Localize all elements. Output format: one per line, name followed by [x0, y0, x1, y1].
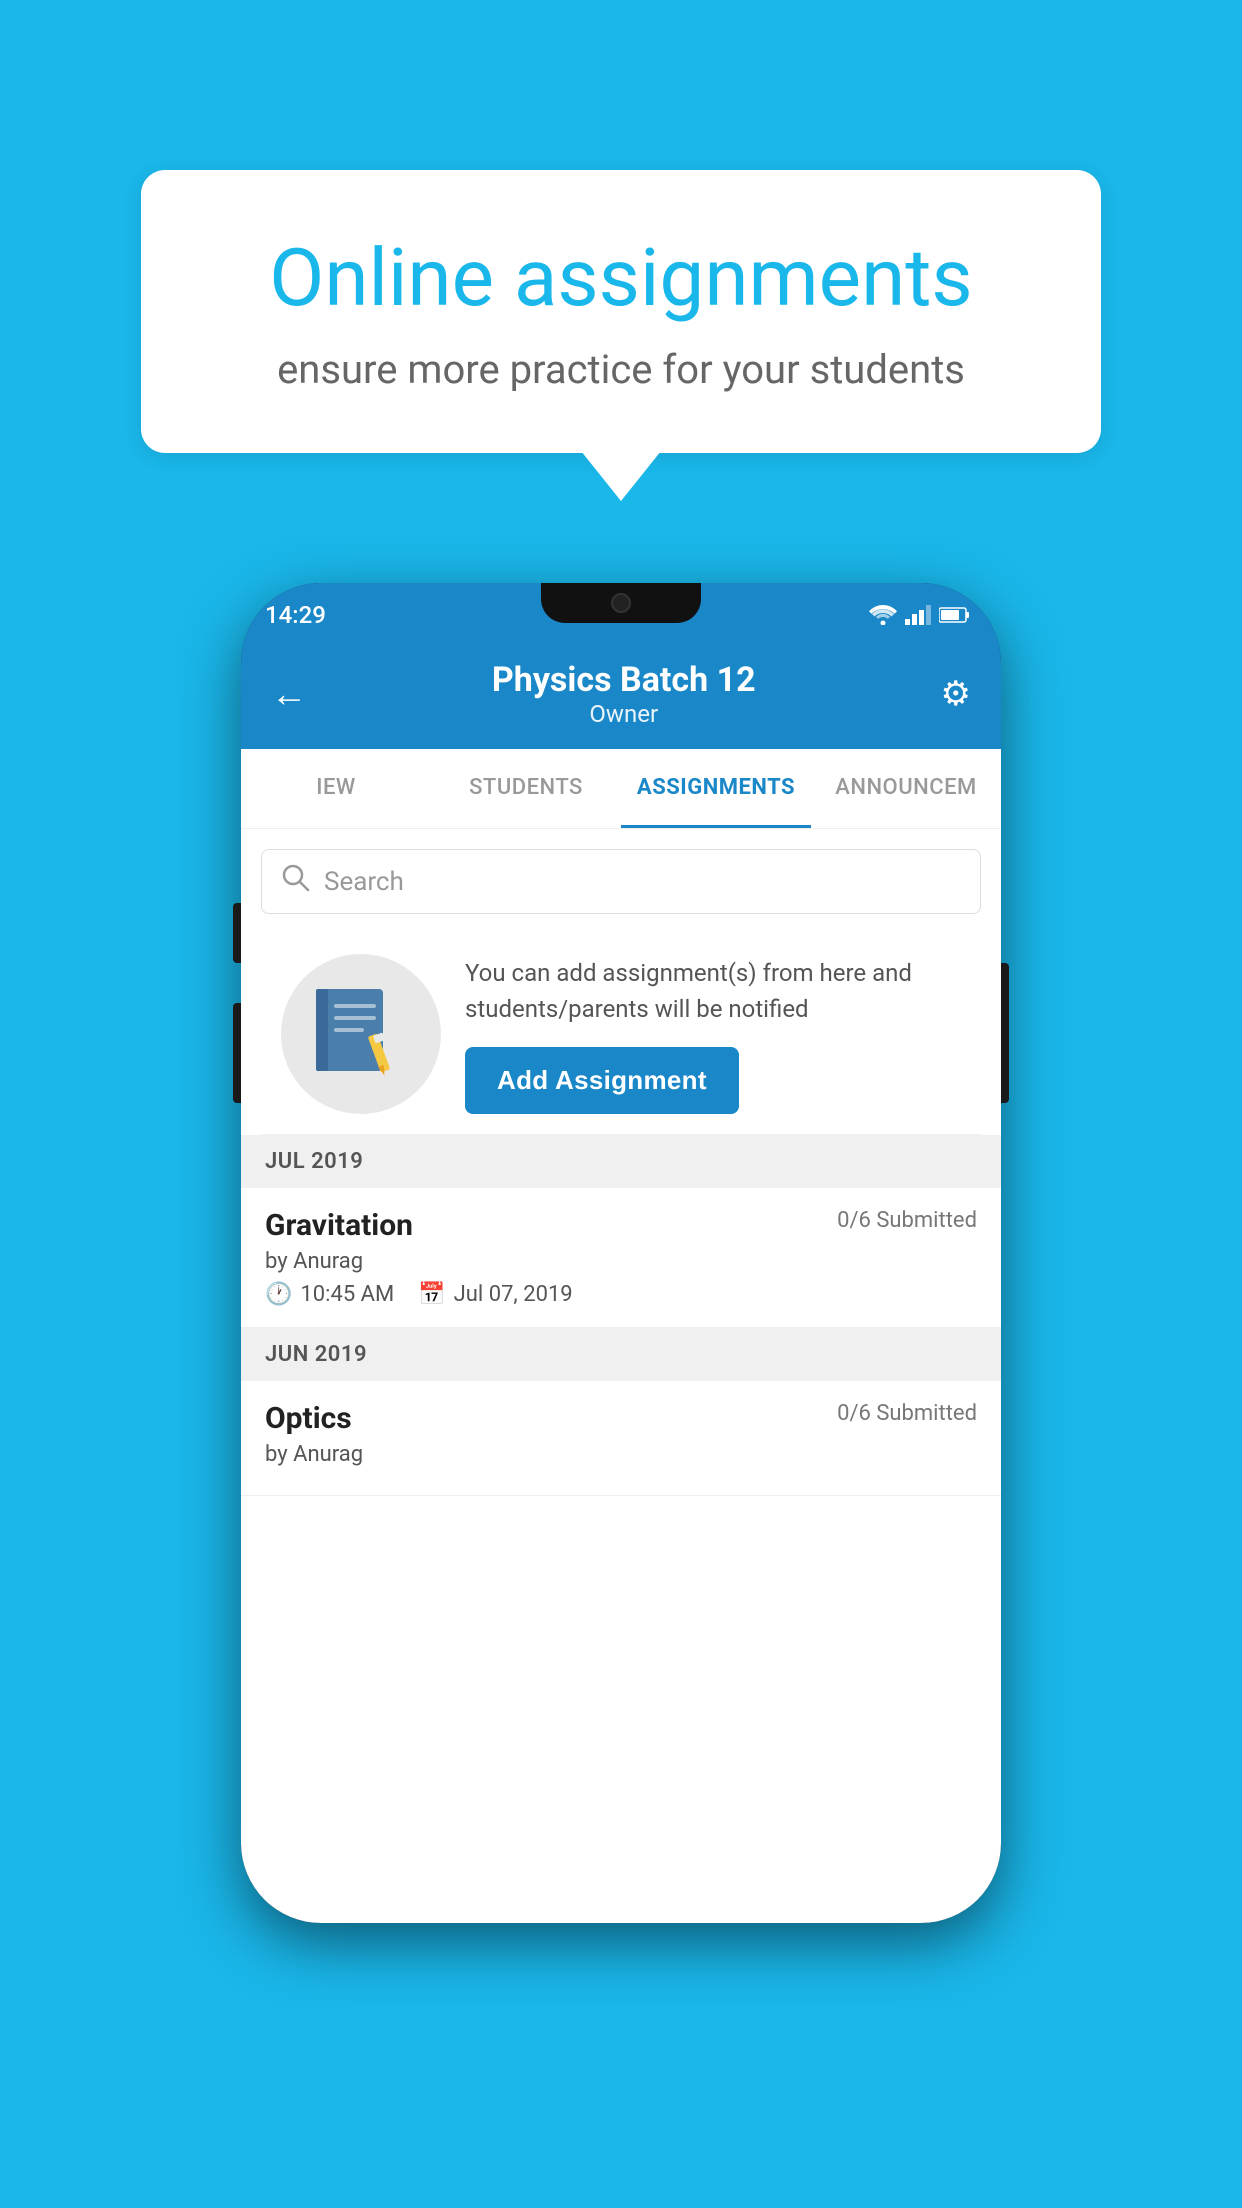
assignment-name: Gravitation [265, 1208, 413, 1243]
tab-announcements[interactable]: ANNOUNCEM [811, 749, 1001, 828]
notebook-icon [316, 984, 406, 1084]
search-icon [282, 864, 310, 899]
battery-icon [939, 606, 971, 624]
add-assignment-button[interactable]: Add Assignment [465, 1047, 739, 1114]
wifi-icon [869, 605, 897, 625]
tab-assignments[interactable]: ASSIGNMENTS [621, 749, 811, 828]
clock-icon: 🕐 [265, 1282, 292, 1307]
tab-students[interactable]: STUDENTS [431, 749, 621, 828]
assignment-item-optics[interactable]: Optics 0/6 Submitted by Anurag [241, 1381, 1001, 1496]
speech-bubble-card: Online assignments ensure more practice … [141, 170, 1101, 453]
app-header: ← Physics Batch 12 Owner ⚙ [241, 639, 1001, 749]
assignment-row-title: Gravitation 0/6 Submitted [265, 1208, 977, 1243]
assignment-date-meta: 📅 Jul 07, 2019 [418, 1282, 572, 1307]
phone-side-btn-volume-up [233, 903, 241, 963]
phone-side-btn-power [1001, 963, 1009, 1103]
header-title-block: Physics Batch 12 Owner [492, 660, 756, 728]
section-header-jul2019: JUL 2019 [241, 1135, 1001, 1188]
assignment-optics-by: by Anurag [265, 1442, 977, 1467]
status-time: 14:29 [265, 601, 326, 629]
phone-device: 14:29 [241, 583, 1001, 1923]
assignment-optics-name: Optics [265, 1401, 352, 1436]
empty-state-card: You can add assignment(s) from here and … [261, 934, 981, 1135]
status-icons [869, 605, 971, 625]
assignment-by: by Anurag [265, 1249, 977, 1274]
assignment-optics-submitted: 0/6 Submitted [837, 1401, 977, 1426]
calendar-icon: 📅 [418, 1282, 445, 1307]
speech-bubble-title: Online assignments [221, 230, 1021, 326]
speech-bubble-subtitle: ensure more practice for your students [221, 346, 1021, 393]
assignment-time: 10:45 AM [300, 1282, 394, 1307]
search-placeholder-text: Search [324, 867, 404, 897]
signal-icon [905, 605, 931, 625]
assignment-meta: 🕐 10:45 AM 📅 Jul 07, 2019 [265, 1282, 977, 1307]
phone-notch [541, 583, 701, 623]
phone-frame: 14:29 [241, 583, 1001, 1923]
screen-content: Search [241, 829, 1001, 1923]
batch-title: Physics Batch 12 [492, 660, 756, 700]
assignment-submitted: 0/6 Submitted [837, 1208, 977, 1233]
section-header-jun2019: JUN 2019 [241, 1328, 1001, 1381]
back-button[interactable]: ← [271, 673, 307, 715]
settings-button[interactable]: ⚙ [941, 674, 971, 714]
assignment-time-meta: 🕐 10:45 AM [265, 1282, 394, 1307]
assignment-date: Jul 07, 2019 [454, 1282, 573, 1307]
empty-description: You can add assignment(s) from here and … [465, 955, 961, 1027]
camera-dot [611, 593, 631, 613]
assignment-item-gravitation[interactable]: Gravitation 0/6 Submitted by Anurag 🕐 10… [241, 1188, 1001, 1328]
phone-side-btn-volume-down [233, 1003, 241, 1103]
empty-state-icon-circle [281, 954, 441, 1114]
tab-iew[interactable]: IEW [241, 749, 431, 828]
assignment-optics-row-title: Optics 0/6 Submitted [265, 1401, 977, 1436]
empty-text-block: You can add assignment(s) from here and … [465, 955, 961, 1114]
tabs-bar: IEW STUDENTS ASSIGNMENTS ANNOUNCEM [241, 749, 1001, 829]
batch-owner-label: Owner [492, 700, 756, 728]
search-bar[interactable]: Search [261, 849, 981, 914]
